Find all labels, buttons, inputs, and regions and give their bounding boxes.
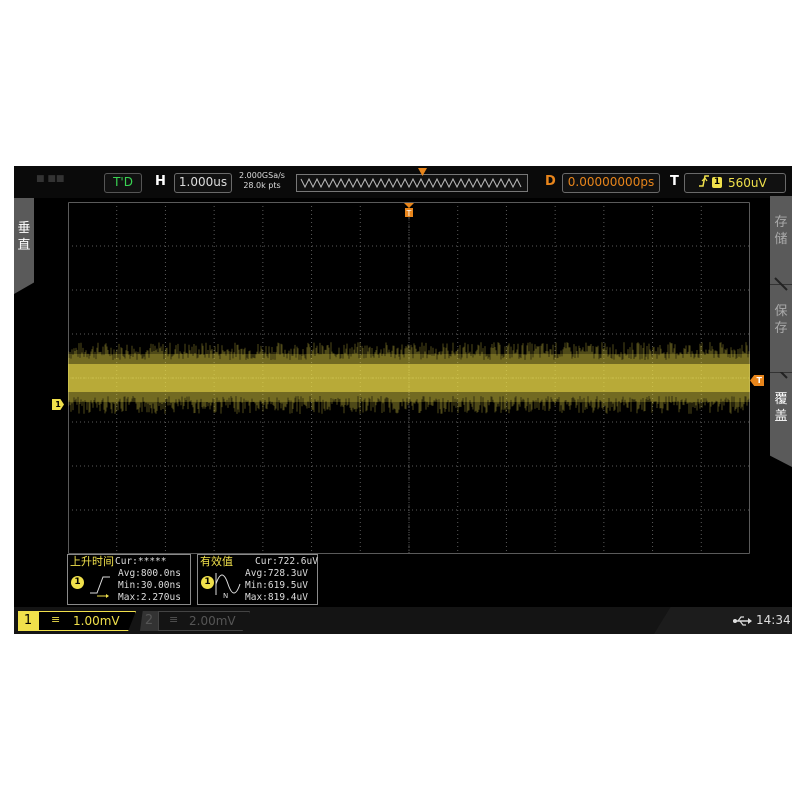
channel1-offset-marker[interactable]: 1 xyxy=(52,399,64,410)
timebase-label: H xyxy=(155,174,166,189)
bottom-status-bar: 1 ≡ 1.00mV 2 ≡ 2.00mV 14:34 xyxy=(14,607,792,634)
channel2-scale-display[interactable]: ≡ 2.00mV xyxy=(158,611,250,631)
menu-item-save[interactable]: 保存 xyxy=(770,277,792,373)
rise-time-title: 上升时间 xyxy=(70,555,114,568)
horizontal-delay-display[interactable]: 0.00000000ps xyxy=(562,173,660,193)
svg-text:N: N xyxy=(223,592,228,599)
right-softkey-menu: 存储 保存 覆盖 xyxy=(770,196,792,467)
brand-logo: ■ ■■ xyxy=(36,174,65,184)
menu-item-storage[interactable]: 存储 xyxy=(770,196,792,284)
horizontal-delay-value: 0.00000000ps xyxy=(567,175,655,189)
delay-label: D xyxy=(545,174,556,189)
rms-channel-badge: 1 xyxy=(201,576,214,589)
channel2-button[interactable]: 2 xyxy=(140,611,158,631)
timebase-scale-display[interactable]: 1.000us xyxy=(174,173,232,193)
menu-divider-icon xyxy=(774,277,788,291)
channel1-waveform xyxy=(68,342,750,414)
trigger-label: T xyxy=(670,174,679,189)
acquisition-info: 2.000GSa/s 28.0k pts xyxy=(236,171,288,191)
rise-time-values: Cur:***** Avg:800.0ns Min:30.00ns Max:2.… xyxy=(115,556,181,604)
rise-time-cur: Cur:***** xyxy=(115,556,167,567)
vertical-menu-label: 垂直 xyxy=(17,221,31,253)
vertical-menu-tab[interactable]: 垂直 xyxy=(14,198,34,294)
menu-item-overwrite-label: 覆盖 xyxy=(774,392,788,424)
rising-edge-icon xyxy=(698,174,710,192)
waveform-display-grid[interactable] xyxy=(68,202,750,554)
menu-item-overwrite[interactable]: 覆盖 xyxy=(770,372,792,467)
channel2-scale-value: 2.00mV xyxy=(189,614,236,628)
rms-measurement: 有效值 1 N Cur:722.6uV Avg:728.3uV Min:619.… xyxy=(197,554,318,605)
dc-coupling-icon: ≡ xyxy=(169,613,179,626)
channel1-scale-value: 1.00mV xyxy=(73,614,120,628)
rms-sine-icon: N xyxy=(215,573,241,599)
memory-position-bar[interactable] xyxy=(296,168,528,192)
rise-time-max: Max:2.270us xyxy=(118,592,181,603)
trigger-source-badge: 1 xyxy=(712,177,722,188)
rise-time-avg: Avg:800.0ns xyxy=(118,568,181,579)
memory-depth: 28.0k pts xyxy=(243,181,281,190)
memory-waveform-preview xyxy=(300,177,522,189)
trigger-status-text: T'D xyxy=(113,175,133,189)
channel1-scale-display[interactable]: ≡ 1.00mV xyxy=(38,611,136,631)
timebase-scale-value: 1.000us xyxy=(178,175,228,189)
rms-values: Cur:722.6uV Avg:728.3uV Min:619.5uV Max:… xyxy=(245,556,318,604)
rise-time-measurement: 上升时间 1 Cur:***** Avg:800.0ns Min:30.00ns… xyxy=(67,554,191,605)
rise-time-icon xyxy=(90,576,110,598)
rise-time-min: Min:30.00ns xyxy=(118,580,181,591)
trigger-position-marker-label: T xyxy=(406,209,412,217)
clock: 14:34 xyxy=(756,613,791,627)
oscilloscope-screen: ■ ■■ T'D H 1.000us 2.000GSa/s 28.0k pts … xyxy=(14,166,792,634)
rise-time-channel-badge: 1 xyxy=(71,576,84,589)
trigger-level-marker[interactable]: T xyxy=(750,375,764,386)
trigger-position-marker-icon: T xyxy=(404,202,414,218)
menu-item-storage-label: 存储 xyxy=(774,215,788,247)
rms-min: Min:619.5uV xyxy=(245,580,308,591)
rms-max: Max:819.4uV xyxy=(245,592,308,603)
channel1-button[interactable]: 1 xyxy=(18,611,38,631)
sample-rate: 2.000GSa/s xyxy=(239,171,285,180)
dc-coupling-icon: ≡ xyxy=(51,613,61,626)
menu-item-save-label: 保存 xyxy=(774,304,788,336)
rms-avg: Avg:728.3uV xyxy=(245,568,308,579)
rms-cur: Cur:722.6uV xyxy=(255,556,318,567)
trigger-status-indicator: T'D xyxy=(104,173,142,193)
usb-icon xyxy=(733,616,752,626)
top-status-bar: ■ ■■ T'D H 1.000us 2.000GSa/s 28.0k pts … xyxy=(14,166,792,198)
rms-title: 有效值 xyxy=(200,555,233,568)
trigger-level-value: 560uV xyxy=(728,176,767,190)
